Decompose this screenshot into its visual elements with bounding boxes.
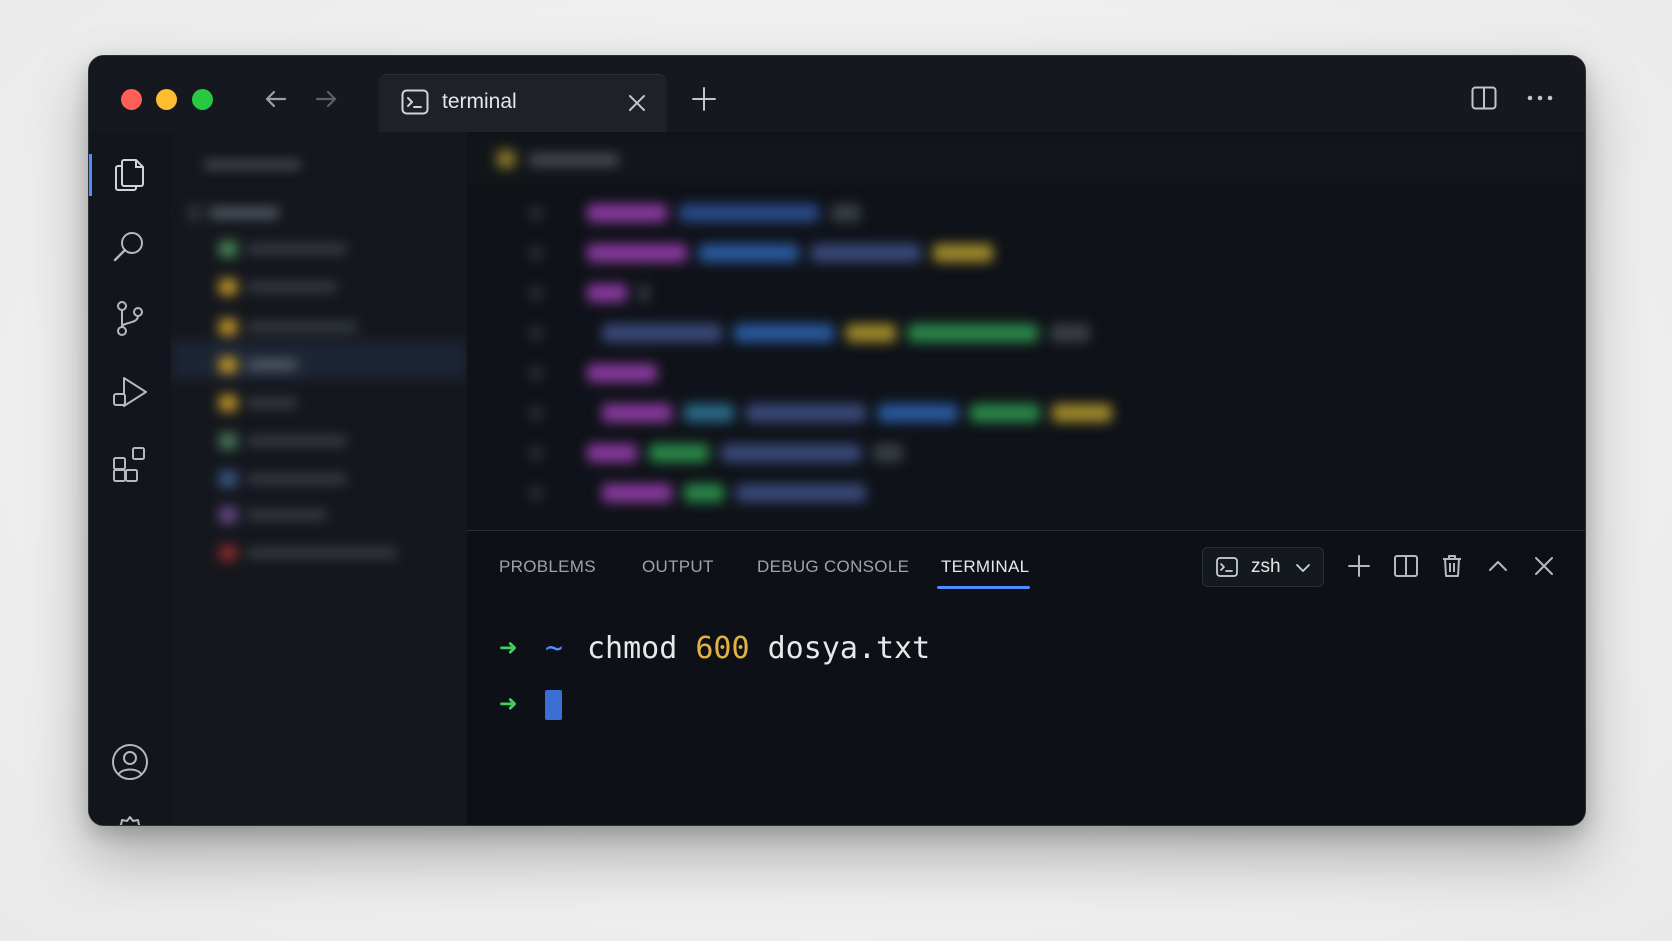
split-layout-icon[interactable] — [1471, 85, 1497, 111]
active-indicator — [89, 154, 92, 196]
command-name: chmod — [587, 631, 678, 666]
terminal-cursor — [545, 689, 562, 720]
terminal-line-2[interactable]: ➜ — [499, 687, 562, 722]
close-panel-icon[interactable] — [1531, 553, 1557, 579]
minimize-window-button[interactable] — [156, 89, 177, 110]
terminal-icon — [1216, 557, 1238, 577]
maximize-window-button[interactable] — [192, 89, 213, 110]
split-terminal-icon[interactable] — [1393, 553, 1419, 579]
files-icon[interactable] — [110, 152, 150, 192]
command-argument-mode: 600 — [695, 631, 750, 666]
more-icon[interactable] — [1525, 85, 1555, 111]
tab-terminal-panel[interactable]: TERMINAL — [941, 557, 1029, 577]
search-icon[interactable] — [110, 226, 150, 266]
extensions-icon[interactable] — [110, 444, 150, 484]
tab-problems[interactable]: PROBLEMS — [499, 557, 596, 577]
terminal-icon — [401, 89, 429, 115]
explorer-title-placeholder: ▬▬▬▬▬▬ — [205, 154, 301, 171]
active-tab-underline — [937, 586, 1030, 589]
plus-icon[interactable] — [691, 86, 717, 112]
code-editor — [467, 132, 1585, 530]
new-terminal-icon[interactable] — [1346, 553, 1372, 579]
activity-bar — [89, 132, 172, 825]
account-icon[interactable] — [110, 742, 150, 782]
arrow-right-icon[interactable] — [311, 84, 341, 114]
tab-output[interactable]: OUTPUT — [642, 557, 714, 577]
source-control-icon[interactable] — [110, 298, 150, 338]
shell-name: zsh — [1251, 556, 1281, 577]
trash-icon[interactable] — [1439, 553, 1465, 579]
run-debug-icon[interactable] — [110, 372, 150, 412]
arrow-left-icon[interactable] — [261, 84, 291, 114]
chevron-up-icon[interactable] — [1485, 553, 1511, 579]
chevron-down-icon — [1295, 560, 1311, 576]
cwd: ~ — [545, 631, 564, 666]
editor-tab-bar — [467, 132, 1585, 187]
explorer-sidebar: ▬▬▬▬▬▬ — [171, 132, 468, 825]
shell-selector[interactable]: zsh — [1202, 547, 1324, 587]
title-bar: terminal — [89, 56, 1585, 133]
tab-debug-console[interactable]: DEBUG CONSOLE — [757, 557, 909, 577]
prompt-arrow: ➜ — [499, 687, 518, 722]
bottom-panel: PROBLEMS OUTPUT DEBUG CONSOLE TERMINAL z… — [467, 530, 1585, 825]
app-window: terminal ▬▬▬▬▬▬ PROBLEMS OUTPUT DEBUG CO… — [88, 55, 1586, 826]
close-window-button[interactable] — [121, 89, 142, 110]
tab-label: terminal — [442, 90, 517, 113]
terminal-line-1: ➜ ~ chmod 600 dosya.txt — [499, 631, 930, 666]
tab-terminal[interactable]: terminal — [379, 74, 667, 133]
close-icon[interactable] — [627, 93, 647, 113]
command-argument-file: dosya.txt — [767, 631, 931, 666]
prompt-arrow: ➜ — [499, 631, 518, 666]
settings-icon[interactable] — [110, 814, 150, 825]
